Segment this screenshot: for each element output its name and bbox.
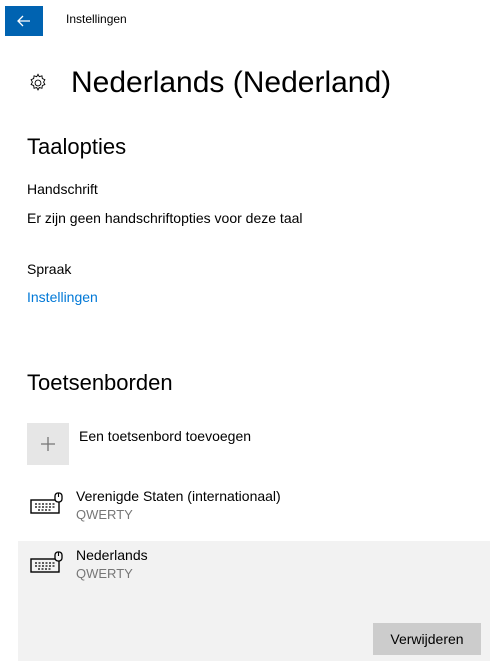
keyboard-layout: QWERTY [76,566,133,581]
title-bar: Instellingen [0,0,490,40]
add-keyboard-label: Een toetsenbord toevoegen [79,428,252,444]
keyboard-icon [30,492,63,514]
page-header: Nederlands (Nederland) [27,66,391,100]
back-arrow-icon [17,15,30,27]
plus-icon [41,437,55,451]
speech-label: Spraak [27,261,72,277]
add-keyboard-button[interactable]: Een toetsenbord toevoegen [27,423,251,465]
page-title: Nederlands (Nederland) [71,66,392,99]
window-title: Instellingen [66,12,127,26]
add-box [27,423,69,465]
keyboard-name: Verenigde Staten (internationaal) [76,488,281,504]
keyboard-layout: QWERTY [76,507,133,522]
handwriting-text: Er zijn geen handschriftopties voor deze… [27,210,303,226]
speech-settings-link[interactable]: Instellingen [27,289,98,305]
remove-button[interactable]: Verwijderen [373,623,481,655]
gear-icon [30,73,46,91]
keyboard-name: Nederlands [76,547,148,563]
keyboard-icon [30,551,63,573]
back-button[interactable] [5,6,43,36]
keyboards-heading: Toetsenborden [27,370,173,395]
language-options-heading: Taalopties [27,134,127,159]
handwriting-label: Handschrift [27,181,98,197]
keyboard-item[interactable]: Verenigde Staten (internationaal) QWERTY [18,482,490,544]
keyboard-item[interactable]: Nederlands QWERTY Verwijderen [18,541,490,661]
